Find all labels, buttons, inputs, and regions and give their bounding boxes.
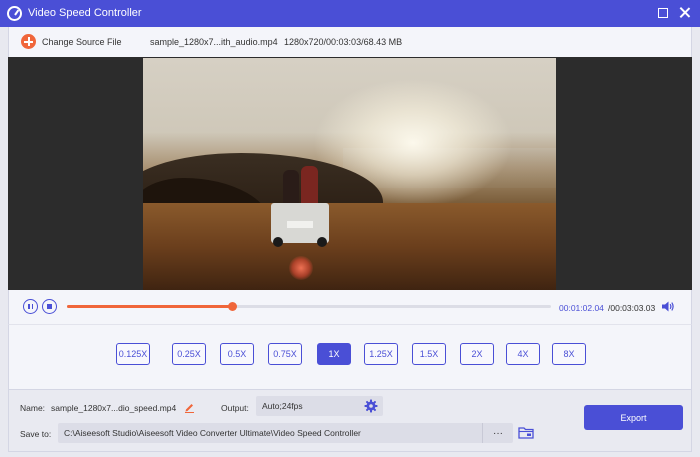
speed-button-8x[interactable]: 8X xyxy=(552,343,586,365)
app-logo-icon xyxy=(7,6,22,21)
speed-button-2x[interactable]: 2X xyxy=(460,343,494,365)
video-ground xyxy=(143,203,556,290)
gear-icon[interactable] xyxy=(364,399,378,413)
video-preview-area xyxy=(8,57,692,290)
video-person xyxy=(301,166,318,208)
truck-wheel xyxy=(317,237,327,247)
export-button[interactable]: Export xyxy=(584,405,683,430)
volume-icon[interactable] xyxy=(661,300,675,313)
source-bar: Change Source File sample_1280x7...ith_a… xyxy=(8,27,692,57)
pause-icon[interactable] xyxy=(23,299,38,314)
save-path-value: C:\Aiseesoft Studio\Aiseesoft Video Conv… xyxy=(64,428,361,438)
close-icon[interactable] xyxy=(678,5,692,21)
current-time: 00:01:02.04 xyxy=(559,303,604,313)
speed-button-125x[interactable]: 1.25X xyxy=(364,343,398,365)
video-truck xyxy=(271,203,329,247)
progress-thumb[interactable] xyxy=(227,302,237,311)
name-label: Name: xyxy=(20,403,46,413)
output-format-field[interactable]: Auto;24fps xyxy=(256,396,383,416)
progress-track[interactable] xyxy=(67,302,551,311)
speed-button-4x[interactable]: 4X xyxy=(506,343,540,365)
playback-controls: 00:01:02.04 /00:03:03.03 xyxy=(8,290,692,324)
output-file-name: sample_1280x7...dio_speed.mp4 xyxy=(51,403,177,413)
source-file-name: sample_1280x7...ith_audio.mp4 xyxy=(150,37,278,47)
truck-wheel xyxy=(273,237,283,247)
maximize-icon[interactable] xyxy=(658,8,668,18)
output-format-value: Auto;24fps xyxy=(262,401,303,411)
speed-button-025x[interactable]: 0.25X xyxy=(172,343,206,365)
speed-options: 0.125X 0.25X 0.5X 0.75X 1X 1.25X 1.5X 2X… xyxy=(8,324,692,390)
speed-button-075x[interactable]: 0.75X xyxy=(268,343,302,365)
save-path-field[interactable]: C:\Aiseesoft Studio\Aiseesoft Video Conv… xyxy=(58,423,513,443)
output-label: Output: xyxy=(221,403,249,413)
folder-icon[interactable] xyxy=(518,426,534,439)
video-frame xyxy=(143,58,556,290)
speed-button-1x[interactable]: 1X xyxy=(317,343,351,365)
total-time: /00:03:03.03 xyxy=(608,303,656,313)
add-icon[interactable] xyxy=(21,34,36,49)
progress-fill xyxy=(67,305,232,308)
window-title: Video Speed Controller xyxy=(28,7,142,19)
change-source-button[interactable]: Change Source File xyxy=(42,37,122,47)
video-lens-flare xyxy=(289,256,313,280)
speed-button-05x[interactable]: 0.5X xyxy=(220,343,254,365)
title-bar: Video Speed Controller xyxy=(0,0,700,27)
save-to-label: Save to: xyxy=(20,429,52,439)
stop-icon[interactable] xyxy=(42,299,57,314)
speed-button-15x[interactable]: 1.5X xyxy=(412,343,446,365)
speed-button-0125x[interactable]: 0.125X xyxy=(116,343,150,365)
edit-icon[interactable] xyxy=(184,401,195,413)
source-file-info: 1280x720/00:03:03/68.43 MB xyxy=(284,37,403,47)
output-settings: Name: sample_1280x7...dio_speed.mp4 Outp… xyxy=(8,390,692,452)
browse-more-button[interactable]: ··· xyxy=(482,423,513,443)
truck-plate xyxy=(287,221,313,228)
